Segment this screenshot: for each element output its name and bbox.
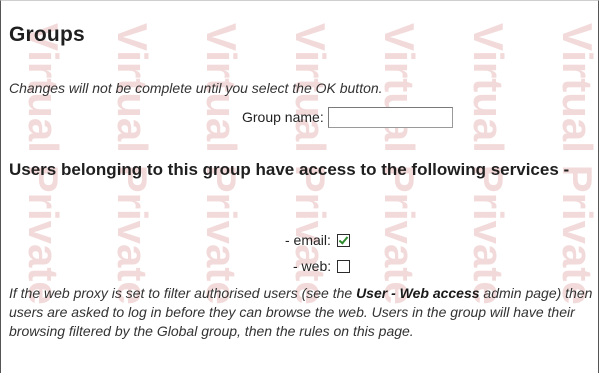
group-name-input[interactable] — [327, 106, 453, 128]
groups-page: Virtual Private Virtual Private Virtual Pr… — [0, 0, 599, 373]
service-web-row: - web: — [293, 257, 351, 275]
service-email-label: - email: — [285, 232, 331, 248]
service-web-checkbox[interactable] — [337, 259, 351, 273]
service-email-checkbox[interactable] — [336, 233, 350, 247]
web-proxy-help: If the web proxy is set to filter author… — [9, 284, 598, 341]
help-text-before: If the web proxy is set to filter author… — [9, 285, 357, 301]
page-title: Groups — [9, 23, 85, 46]
group-name-label: Group name: — [242, 109, 324, 125]
group-name-row: Group name: — [242, 105, 453, 129]
user-web-access-reference: User - Web access — [356, 285, 480, 301]
service-web-label: - web: — [293, 258, 332, 274]
service-email-row: - email: — [285, 231, 350, 249]
ok-notice: Changes will not be complete until you s… — [9, 80, 383, 96]
services-heading: Users belonging to this group have acces… — [9, 160, 570, 179]
